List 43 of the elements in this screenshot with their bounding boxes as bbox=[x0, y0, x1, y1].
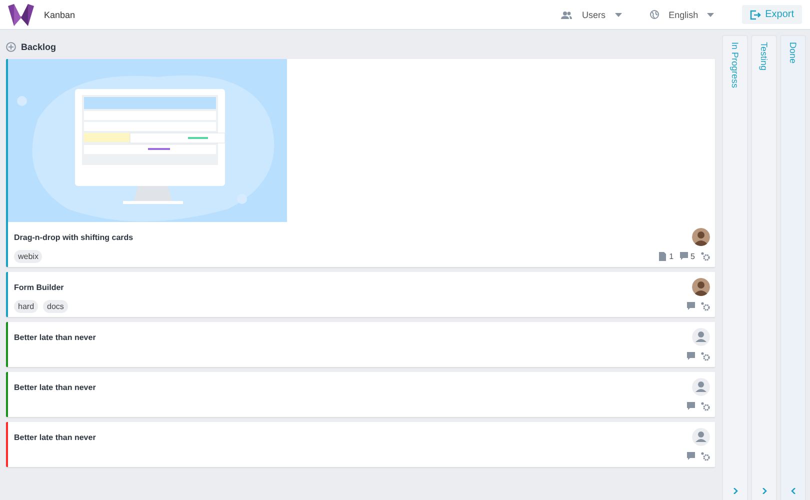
column-title: Backlog bbox=[21, 42, 56, 52]
chevron-icon[interactable] bbox=[762, 488, 766, 494]
globe-icon bbox=[650, 10, 659, 19]
card[interactable]: Better late than never bbox=[6, 422, 715, 467]
chevron-icon[interactable] bbox=[790, 488, 796, 494]
card[interactable]: Form Builder hard docs bbox=[6, 272, 715, 317]
caret-icon bbox=[707, 12, 714, 16]
column-title: Testing bbox=[759, 42, 769, 71]
card[interactable]: Better late than never bbox=[6, 322, 715, 367]
comment-icon[interactable] bbox=[687, 352, 695, 360]
tag: docs bbox=[43, 300, 68, 312]
comment-icon[interactable] bbox=[680, 252, 688, 260]
card-title: Drag-n-drop with shifting cards bbox=[14, 232, 134, 242]
chevron-icon[interactable] bbox=[732, 488, 738, 494]
language-dropdown[interactable]: English bbox=[650, 10, 714, 20]
comment-icon[interactable] bbox=[687, 302, 695, 310]
card[interactable]: Drag-n-drop with shifting cards webix 1 5 bbox=[6, 59, 715, 267]
app-title: Kanban bbox=[44, 10, 76, 20]
comment-count: 5 bbox=[690, 252, 695, 260]
settings-icon[interactable] bbox=[701, 402, 710, 410]
attachment-count: 1 bbox=[669, 252, 674, 260]
column-title: Done bbox=[788, 42, 798, 64]
card-title: Better late than never bbox=[14, 432, 96, 442]
card-title: Better late than never bbox=[14, 332, 96, 342]
users-icon bbox=[561, 10, 572, 18]
settings-icon[interactable] bbox=[701, 302, 710, 310]
export-icon bbox=[750, 10, 762, 20]
tag: webix bbox=[14, 250, 42, 262]
tag: hard bbox=[14, 300, 38, 312]
card[interactable]: Better late than never bbox=[6, 372, 715, 417]
card-title: Form Builder bbox=[14, 282, 64, 292]
card-title: Better late than never bbox=[14, 382, 96, 392]
file-icon bbox=[659, 252, 666, 260]
comment-icon[interactable] bbox=[687, 402, 695, 410]
users-dropdown[interactable]: Users bbox=[561, 10, 622, 20]
logo-icon bbox=[8, 4, 34, 26]
settings-icon[interactable] bbox=[701, 252, 710, 260]
settings-icon[interactable] bbox=[701, 352, 710, 360]
column-title: In Progress bbox=[730, 42, 740, 88]
caret-icon bbox=[614, 12, 622, 16]
settings-icon[interactable] bbox=[701, 452, 710, 460]
comment-icon[interactable] bbox=[687, 452, 695, 460]
add-card-icon[interactable] bbox=[6, 42, 16, 52]
